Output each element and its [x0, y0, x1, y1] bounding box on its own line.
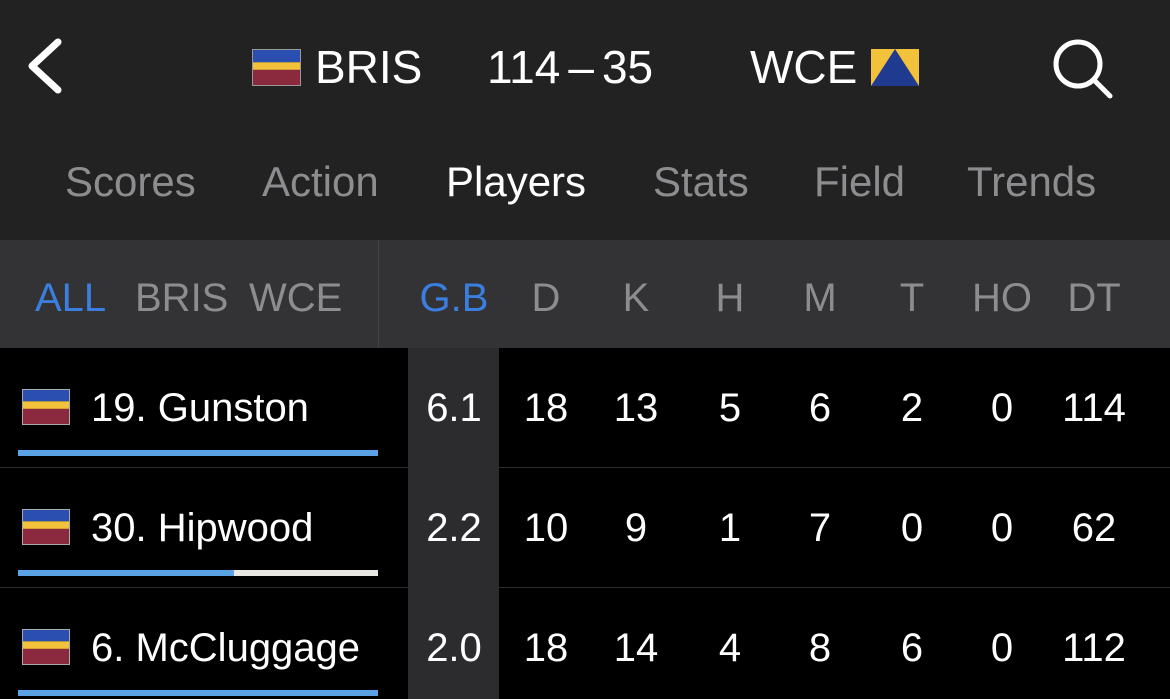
stat-k: 14 — [613, 626, 659, 670]
home-team[interactable]: BRIS — [252, 40, 422, 94]
match-score: 114 – 35 — [487, 40, 653, 94]
tab-players[interactable]: Players — [446, 158, 586, 206]
column-header-dt[interactable]: DT — [1049, 276, 1139, 321]
wce-flag-icon — [871, 48, 920, 86]
column-header-ho[interactable]: HO — [957, 276, 1047, 321]
bris-flag-icon — [22, 509, 70, 545]
stat-k: 13 — [613, 386, 659, 430]
tab-scores[interactable]: Scores — [65, 158, 196, 206]
column-header-gb[interactable]: G.B — [409, 276, 499, 321]
chevron-left-icon — [28, 38, 62, 94]
stat-d: 18 — [523, 386, 569, 430]
column-header-d[interactable]: D — [501, 276, 591, 321]
filter-all[interactable]: ALL — [35, 276, 106, 321]
column-header-t[interactable]: T — [867, 276, 957, 321]
stat-m: 8 — [808, 626, 832, 670]
stat-k: 9 — [624, 506, 648, 550]
stat-h: 5 — [718, 386, 742, 430]
stat-d: 10 — [523, 506, 569, 550]
filter-bris[interactable]: BRIS — [135, 276, 228, 321]
row-divider — [0, 467, 1170, 468]
player-name: 30. Hipwood — [91, 506, 314, 550]
player-progress-fill — [18, 690, 378, 696]
stat-t: 2 — [900, 386, 924, 430]
player-progress-bar — [18, 570, 378, 576]
stat-dt: 62 — [1071, 506, 1117, 550]
stat-dt: 112 — [1062, 626, 1126, 670]
away-team[interactable]: WCE — [750, 40, 920, 94]
back-button[interactable] — [22, 34, 70, 98]
player-name: 19. Gunston — [91, 386, 309, 430]
stat-ho: 0 — [990, 626, 1014, 670]
bris-flag-icon — [252, 48, 301, 86]
tab-action[interactable]: Action — [262, 158, 379, 206]
tab-stats[interactable]: Stats — [653, 158, 749, 206]
match-header: BRIS 114 – 35 WCE Scores Action Players … — [0, 0, 1170, 240]
column-header-h[interactable]: H — [685, 276, 775, 321]
column-header-k[interactable]: K — [591, 276, 681, 321]
player-progress-bar — [18, 450, 378, 456]
player-progress-fill — [18, 450, 378, 456]
stat-gb: 2.0 — [426, 626, 482, 670]
stat-d: 18 — [523, 626, 569, 670]
bris-flag-icon — [22, 389, 70, 425]
away-score: 35 — [601, 41, 654, 93]
stat-gb: 2.2 — [426, 506, 482, 550]
home-team-name: BRIS — [315, 41, 423, 93]
tab-field[interactable]: Field — [814, 158, 905, 206]
score-separator: – — [568, 41, 594, 93]
stat-h: 4 — [718, 626, 742, 670]
home-score: 114 — [487, 41, 561, 93]
stat-dt: 114 — [1062, 386, 1126, 430]
stat-m: 6 — [808, 386, 832, 430]
filter-divider — [378, 240, 379, 348]
stat-ho: 0 — [990, 386, 1014, 430]
stat-gb: 6.1 — [426, 386, 482, 430]
stat-t: 0 — [900, 506, 924, 550]
player-name: 6. McCluggage — [91, 626, 361, 670]
column-header-m[interactable]: M — [775, 276, 865, 321]
search-icon — [1053, 39, 1113, 99]
search-button[interactable] — [1048, 36, 1118, 100]
stat-m: 7 — [808, 506, 832, 550]
player-progress-bar — [18, 690, 378, 696]
stat-h: 1 — [718, 506, 742, 550]
filter-wce[interactable]: WCE — [249, 276, 342, 321]
stat-t: 6 — [900, 626, 924, 670]
bris-flag-icon — [22, 629, 70, 665]
player-progress-fill — [18, 570, 234, 576]
tab-trends[interactable]: Trends — [967, 158, 1096, 206]
section-tabs: Scores Action Players Stats Field Trends — [0, 158, 1170, 218]
row-divider — [0, 587, 1170, 588]
away-team-name: WCE — [750, 41, 858, 93]
stat-ho: 0 — [990, 506, 1014, 550]
